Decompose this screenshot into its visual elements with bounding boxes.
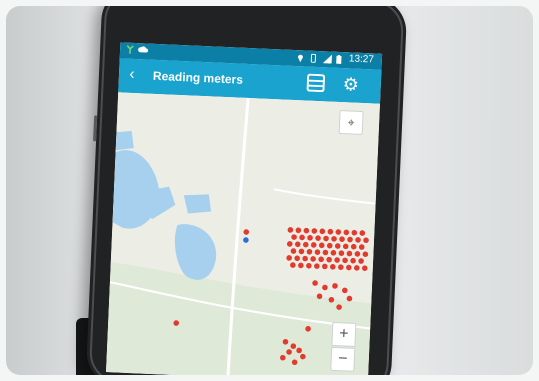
cloud-icon xyxy=(138,45,149,54)
zoom-in-button[interactable]: + xyxy=(331,321,357,347)
status-time: 13:27 xyxy=(348,53,375,66)
battery-icon xyxy=(336,54,344,64)
chevron-left-icon[interactable]: ‹ xyxy=(123,65,142,86)
map-water-area xyxy=(115,130,134,151)
phone-device: 13:27 ‹ Reading meters ⚙ ⌖ + − xyxy=(85,6,408,375)
list-icon[interactable] xyxy=(306,73,326,93)
photo-frame: 13:27 ‹ Reading meters ⚙ ⌖ + − xyxy=(6,6,533,375)
cell-signal-icon xyxy=(322,54,333,64)
page-title: Reading meters xyxy=(152,68,244,87)
phone-side-button xyxy=(93,115,98,142)
vibrate-icon xyxy=(310,53,318,63)
location-pin-icon xyxy=(297,53,305,62)
phone-screen: 13:27 ‹ Reading meters ⚙ ⌖ + − xyxy=(106,42,383,375)
signal-app-icon xyxy=(126,45,134,54)
gear-icon[interactable]: ⚙ xyxy=(340,74,361,95)
locate-me-button[interactable]: ⌖ xyxy=(338,109,364,136)
map-view[interactable]: ⌖ + − xyxy=(106,92,380,375)
zoom-out-button[interactable]: − xyxy=(330,346,356,372)
